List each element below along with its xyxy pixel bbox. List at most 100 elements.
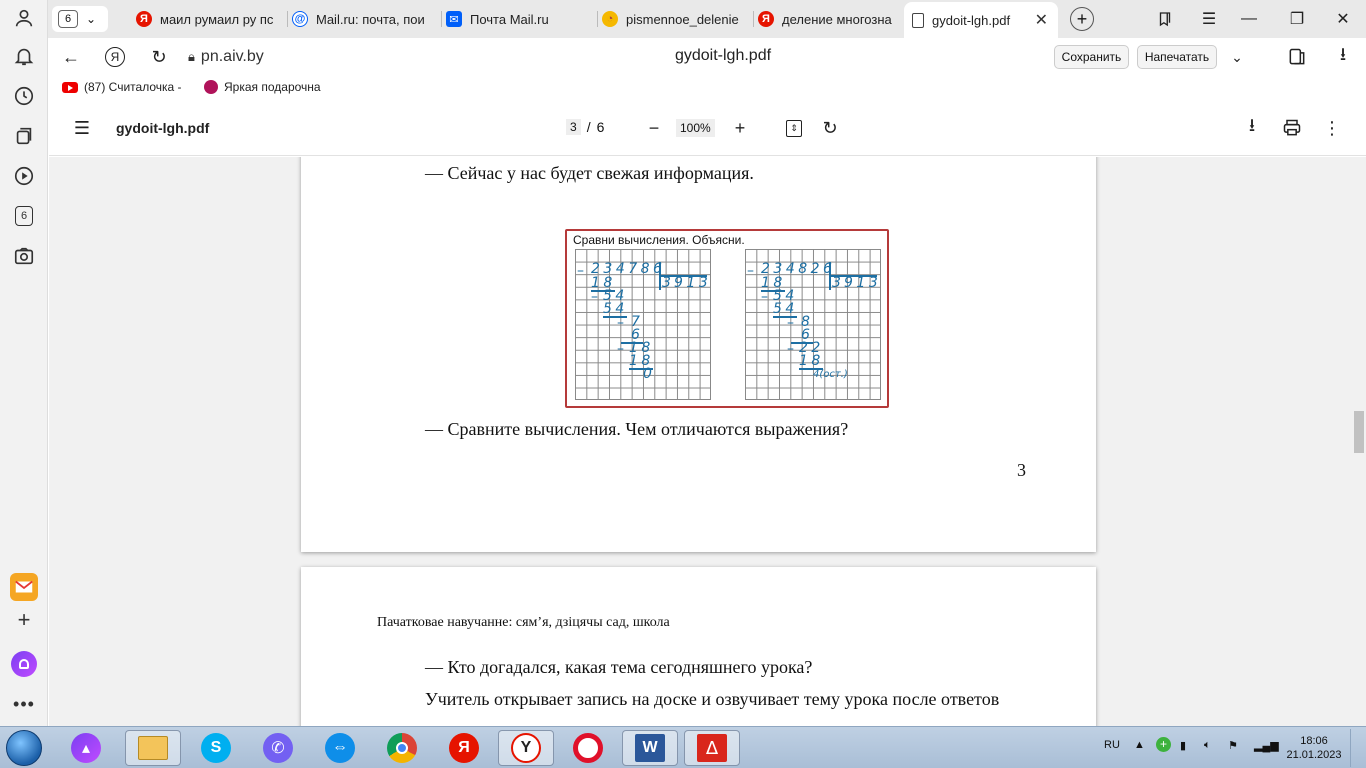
chrome-icon[interactable] xyxy=(374,730,430,766)
minus-sign: – xyxy=(787,341,798,357)
viber-icon[interactable]: ✆ xyxy=(250,730,306,766)
page-text-line: Учитель открывает запись на доске и озву… xyxy=(425,689,1000,709)
tab-gydoit-pdf[interactable]: gydoit-lgh.pdf ✕ xyxy=(904,2,1058,38)
back-arrow-icon[interactable]: ← xyxy=(60,46,82,68)
minus-sign: – xyxy=(787,315,798,331)
system-clock[interactable]: 18:06 21.01.2023 xyxy=(1286,734,1342,762)
tab-mailru-inbox[interactable]: ✉ Почта Mail.ru xyxy=(438,5,598,33)
more-options-icon[interactable]: ⋮ xyxy=(1320,116,1344,140)
mail-app-icon[interactable] xyxy=(10,573,38,601)
zoom-in-icon[interactable]: + xyxy=(728,116,752,140)
figure-caption: Сравни вычисления. Объясни. xyxy=(573,233,745,247)
play-video-icon[interactable] xyxy=(10,162,38,190)
opera-icon[interactable] xyxy=(560,730,616,766)
file-explorer-icon[interactable] xyxy=(125,730,181,766)
tab-yandex-search[interactable]: Я маил румаил ру пс xyxy=(128,5,288,33)
page-text-line: — Кто догадался, какая тема сегодняшнего… xyxy=(425,657,813,677)
restore-window-icon[interactable]: ❐ xyxy=(1286,8,1308,30)
language-indicator[interactable]: RU xyxy=(1104,739,1120,751)
screenshot-camera-icon[interactable] xyxy=(10,242,38,270)
minus-sign: – xyxy=(617,315,628,331)
history-clock-icon[interactable] xyxy=(10,82,38,110)
tab-delenie-mnogoznachnyh[interactable]: Я деление многозна xyxy=(750,5,900,33)
document-favicon-icon xyxy=(912,12,924,28)
close-window-icon[interactable]: ✕ xyxy=(1332,8,1354,30)
tab-bar: 6 ⌄ Я маил румаил ру пс @ Mail.ru: почта… xyxy=(48,0,1366,38)
yandex-favicon-icon: Я xyxy=(136,11,152,27)
tray-expand-icon[interactable]: ▲ xyxy=(1134,739,1145,751)
yandex-icon[interactable]: Я xyxy=(436,730,492,766)
tab-count-button[interactable]: 6 ⌄ xyxy=(52,6,108,32)
minimize-window-icon[interactable]: — xyxy=(1238,8,1260,30)
close-tab-icon[interactable]: ✕ xyxy=(1035,10,1048,30)
youtube-icon xyxy=(62,81,78,93)
yandex-browser-icon[interactable]: Y xyxy=(498,730,554,766)
menu-hamburger-icon[interactable]: ☰ xyxy=(1198,8,1220,30)
notifications-bell-icon[interactable] xyxy=(10,42,38,70)
teamviewer-icon[interactable]: ⇔ xyxy=(312,730,368,766)
mail-envelope-favicon-icon: ✉ xyxy=(446,11,462,27)
lock-icon[interactable]: 🔒︎ xyxy=(188,49,195,65)
yandex-home-icon[interactable]: Я xyxy=(104,46,126,68)
bookmarks-panel-icon[interactable] xyxy=(1154,8,1176,30)
outline-menu-icon[interactable]: ☰ xyxy=(70,116,94,140)
chevron-down-icon: ⌄ xyxy=(86,12,97,26)
network-signal-icon[interactable]: ▂▄▆ xyxy=(1254,739,1279,752)
zoom-level-input[interactable]: 100% xyxy=(676,119,715,137)
new-tab-button[interactable]: + xyxy=(1070,7,1094,31)
word-icon[interactable]: W xyxy=(622,730,678,766)
battery-tray-icon[interactable]: ▮ xyxy=(1180,739,1186,752)
current-page-input[interactable]: 3 xyxy=(566,119,581,135)
bookmark-label: Яркая подарочна xyxy=(224,80,321,94)
bookmarks-bar: (87) Считалочка - Яркая подарочна xyxy=(48,76,1366,100)
url-field[interactable]: 🔒︎ pn.aiv.by xyxy=(188,44,298,70)
start-button[interactable] xyxy=(6,730,42,766)
calc-remainder: 4(ост.) xyxy=(813,369,848,380)
bookmark-schitalochka[interactable]: (87) Считалочка - xyxy=(62,80,182,94)
browser-side-panel: 6 + ••• xyxy=(0,0,48,726)
tab-mailru-search[interactable]: @ Mail.ru: почта, пои xyxy=(284,5,442,33)
acrobat-icon[interactable]: ᐃ xyxy=(684,730,740,766)
chevron-down-icon[interactable]: ⌄ xyxy=(1226,46,1248,68)
page-title: gydoit-lgh.pdf xyxy=(674,47,772,64)
tabs-counter-icon[interactable]: 6 xyxy=(10,202,38,230)
alice-taskbar-icon[interactable]: ▴ xyxy=(58,730,114,766)
page-navigator: 3 / 6 xyxy=(566,119,604,135)
print-icon[interactable] xyxy=(1280,116,1304,140)
pdf-scrollbar[interactable] xyxy=(1351,157,1366,726)
print-button[interactable]: Напечатать xyxy=(1137,45,1217,69)
scrollbar-thumb[interactable] xyxy=(1354,411,1364,453)
right-divisor: 3 xyxy=(832,275,845,291)
action-center-flag-icon[interactable]: ⚑ xyxy=(1228,739,1238,752)
pdf-viewer[interactable]: — Сейчас у нас будет свежая информация. … xyxy=(49,157,1351,726)
volume-icon[interactable]: 🔈︎ xyxy=(1204,739,1211,752)
reload-icon[interactable]: ↻ xyxy=(148,46,170,68)
minus-sign: – xyxy=(591,289,602,305)
download-pdf-icon[interactable]: ⭳ xyxy=(1240,115,1264,140)
tab-count: 6 xyxy=(58,10,78,28)
minus-sign: – xyxy=(761,289,772,305)
yandex-favicon-icon: Я xyxy=(758,11,774,27)
pdf-page-4: Пачатковае навучанне: сям’я, дзіцячы сад… xyxy=(301,567,1096,726)
fit-page-icon[interactable]: ⇕ xyxy=(782,116,806,140)
show-desktop-button[interactable] xyxy=(1350,729,1364,767)
left-divisor: 3 xyxy=(662,275,675,291)
zoom-out-icon[interactable]: − xyxy=(642,116,666,140)
collections-icon[interactable] xyxy=(10,122,38,150)
alice-assistant-icon[interactable] xyxy=(10,650,38,678)
pie-favicon-icon: ◔ xyxy=(602,11,618,27)
profile-icon[interactable] xyxy=(10,4,38,32)
rotate-icon[interactable]: ↻ xyxy=(818,116,842,140)
download-icon[interactable]: ⭳ xyxy=(1332,44,1354,68)
tab-pismennoe-delenie[interactable]: ◔ pismennoe_delenie xyxy=(594,5,754,33)
more-dots-icon[interactable]: ••• xyxy=(10,690,38,718)
save-button[interactable]: Сохранить xyxy=(1054,45,1129,69)
add-panel-icon[interactable]: + xyxy=(10,606,38,634)
tab-label: Mail.ru: почта, пои xyxy=(316,11,425,27)
page-text-line: — Сейчас у нас будет свежая информация. xyxy=(425,163,754,183)
add-circle-tray-icon[interactable]: + xyxy=(1156,737,1171,752)
skype-icon[interactable]: S xyxy=(188,730,244,766)
reader-mode-icon[interactable] xyxy=(1286,46,1308,68)
bookmark-label: (87) Считалочка - xyxy=(84,80,182,94)
bookmark-yarkaya[interactable]: Яркая подарочна xyxy=(204,80,321,94)
